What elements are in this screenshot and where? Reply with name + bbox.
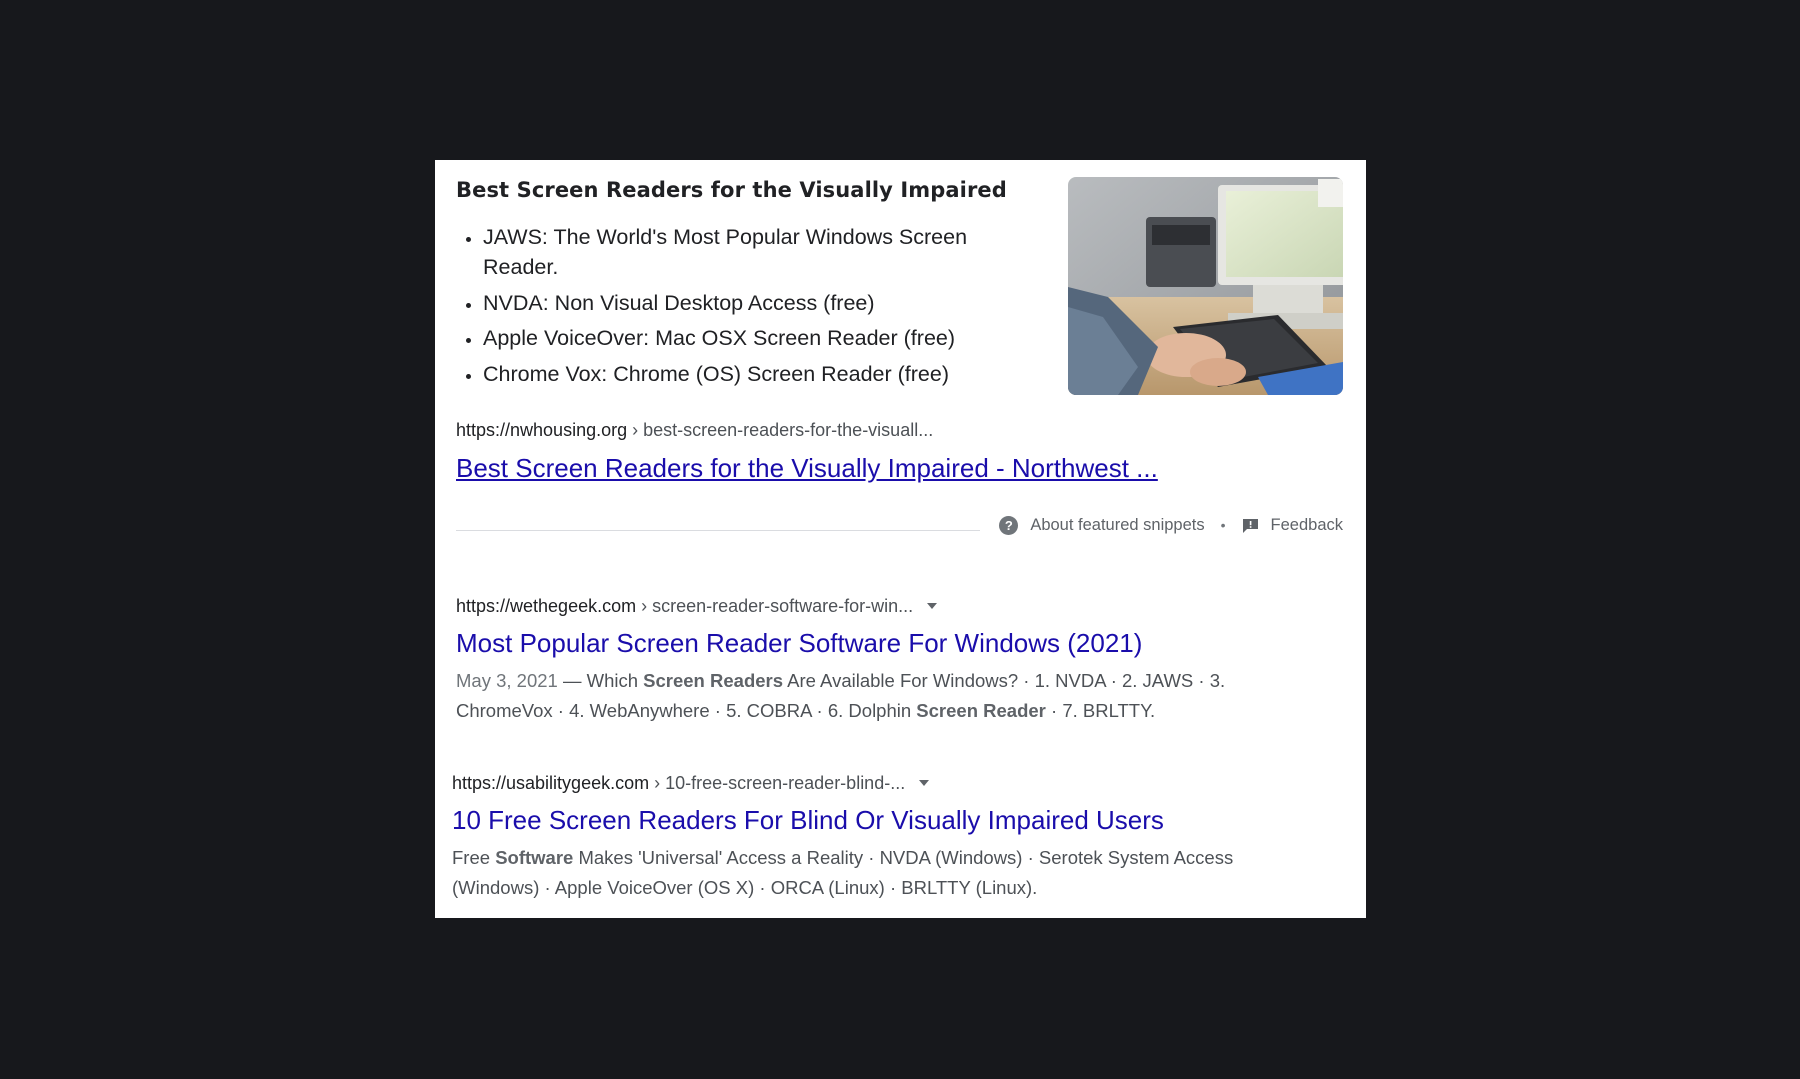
- divider: [456, 530, 980, 531]
- cite-path: › best-screen-readers-for-the-visuall...: [627, 420, 934, 440]
- snippet-highlight: Screen Reader: [916, 700, 1046, 721]
- result-title-link[interactable]: Most Popular Screen Reader Software For …: [456, 627, 1142, 659]
- snippet-highlight: Software: [495, 847, 574, 868]
- search-results-card: Best Screen Readers for the Visually Imp…: [435, 160, 1366, 918]
- chevron-down-icon[interactable]: [927, 603, 938, 610]
- snippet-text: Free: [452, 847, 496, 868]
- cite-domain: https://nwhousing.org: [456, 420, 628, 440]
- snippet-dash: —: [557, 670, 587, 691]
- snippet-highlight: Screen Readers: [643, 670, 784, 691]
- list-item: NVDA: Non Visual Desktop Access (free): [483, 288, 1003, 318]
- result-title-link[interactable]: 10 Free Screen Readers For Blind Or Visu…: [452, 804, 1164, 836]
- chevron-down-icon[interactable]: [919, 780, 930, 787]
- help-circle-icon[interactable]: ?: [999, 515, 1019, 535]
- featured-snippet-title: Best Screen Readers for the Visually Imp…: [456, 178, 1007, 202]
- about-featured-snippets-link[interactable]: About featured snippets: [1030, 516, 1204, 535]
- featured-snippet-cite: https://nwhousing.org › best-screen-read…: [456, 419, 933, 441]
- cite-domain: https://usabilitygeek.com: [452, 773, 650, 793]
- featured-snippet-thumbnail[interactable]: [1068, 177, 1343, 395]
- result-date: May 3, 2021: [456, 670, 558, 691]
- footer-actions: ? About featured snippets • Feedback: [999, 510, 1343, 540]
- cite-path: › 10-free-screen-reader-blind-...: [649, 773, 906, 793]
- list-item: JAWS: The World's Most Popular Windows S…: [483, 222, 1003, 282]
- result-cite: https://wethegeek.com › screen-reader-so…: [456, 595, 938, 617]
- featured-snippet-list: JAWS: The World's Most Popular Windows S…: [456, 222, 1003, 394]
- snippet-text: · 7. BRLTTY.: [1045, 700, 1156, 721]
- feedback-link[interactable]: Feedback: [1271, 516, 1343, 535]
- cite-path: › screen-reader-software-for-win...: [636, 596, 914, 616]
- snippet-text: Which: [586, 670, 644, 691]
- featured-snippet-link[interactable]: Best Screen Readers for the Visually Imp…: [456, 452, 1158, 484]
- list-item: Chrome Vox: Chrome (OS) Screen Reader (f…: [483, 359, 1003, 389]
- separator-dot: •: [1220, 517, 1226, 533]
- feedback-icon[interactable]: [1242, 518, 1259, 533]
- list-item: Apple VoiceOver: Mac OSX Screen Reader (…: [483, 323, 1003, 353]
- cite-domain: https://wethegeek.com: [456, 596, 637, 616]
- result-snippet: May 3, 2021 — Which Screen Readers Are A…: [456, 666, 1256, 726]
- result-snippet: Free Software Makes 'Universal' Access a…: [452, 843, 1252, 903]
- featured-snippet-footer: ? About featured snippets • Feedback: [456, 510, 1343, 540]
- result-cite: https://usabilitygeek.com › 10-free-scre…: [452, 772, 930, 794]
